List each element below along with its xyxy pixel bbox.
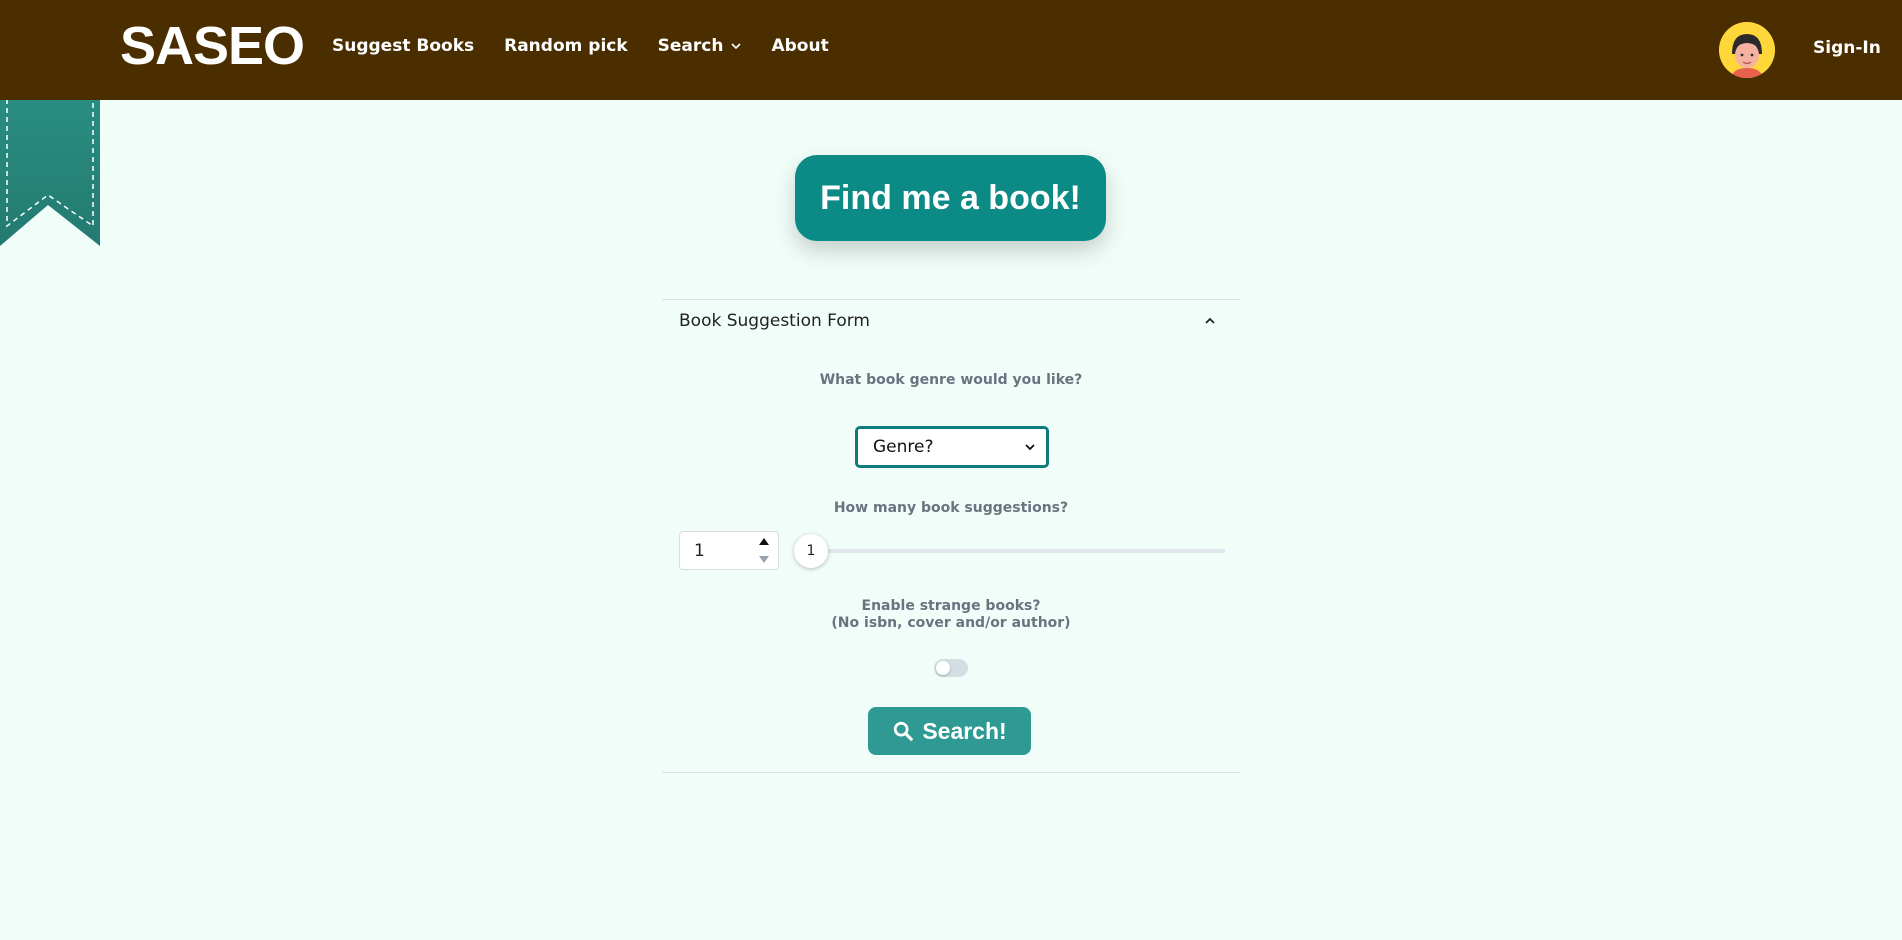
nav-suggest-books[interactable]: Suggest Books xyxy=(332,36,474,56)
avatar-face-icon xyxy=(1719,22,1775,78)
strange-books-toggle[interactable] xyxy=(934,659,968,677)
chevron-down-icon xyxy=(1025,444,1035,451)
search-button[interactable]: Search! xyxy=(868,707,1031,755)
strange-books-question: Enable strange books? (No isbn, cover an… xyxy=(662,598,1240,632)
count-question-label: How many book suggestions? xyxy=(833,500,1069,516)
spinner-down-icon[interactable] xyxy=(757,554,771,566)
nav-about[interactable]: About xyxy=(771,36,828,56)
genre-select[interactable]: Genre? xyxy=(855,426,1049,468)
top-navbar: SASEO Suggest Books Random pick Search A… xyxy=(0,0,1902,100)
brand-logo[interactable]: SASEO xyxy=(120,16,305,76)
nav-search-label: Search xyxy=(657,36,724,56)
suggestion-count-input[interactable]: 1 xyxy=(679,531,779,570)
nav-random-pick[interactable]: Random pick xyxy=(504,36,628,56)
find-book-button[interactable]: Find me a book! xyxy=(795,155,1106,241)
book-suggestion-accordion: Book Suggestion Form What book genre wou… xyxy=(662,299,1240,773)
suggestion-count-slider-track[interactable] xyxy=(807,549,1225,553)
search-button-label: Search! xyxy=(922,717,1007,744)
search-icon xyxy=(894,721,914,741)
nav-search-dropdown[interactable]: Search xyxy=(658,36,742,56)
genre-question-label: What book genre would you like? xyxy=(819,372,1083,388)
suggestion-count-value: 1 xyxy=(694,541,705,561)
suggestion-count-slider-thumb[interactable]: 1 xyxy=(794,534,828,568)
genre-select-value: Genre? xyxy=(873,437,934,457)
accordion-title: Book Suggestion Form xyxy=(679,311,870,331)
strange-books-question-line2: (No isbn, cover and/or author) xyxy=(831,615,1071,631)
chevron-down-icon xyxy=(731,43,742,50)
signin-link[interactable]: Sign-In xyxy=(1813,38,1881,58)
accordion-header[interactable]: Book Suggestion Form xyxy=(662,300,1240,342)
strange-books-question-line1: Enable strange books? xyxy=(861,598,1041,614)
toggle-knob xyxy=(936,661,950,675)
user-avatar[interactable] xyxy=(1719,22,1775,78)
chevron-up-icon xyxy=(1205,317,1215,324)
spinner-up-icon[interactable] xyxy=(757,535,771,547)
nav-links: Suggest Books Random pick Search About xyxy=(332,36,859,56)
